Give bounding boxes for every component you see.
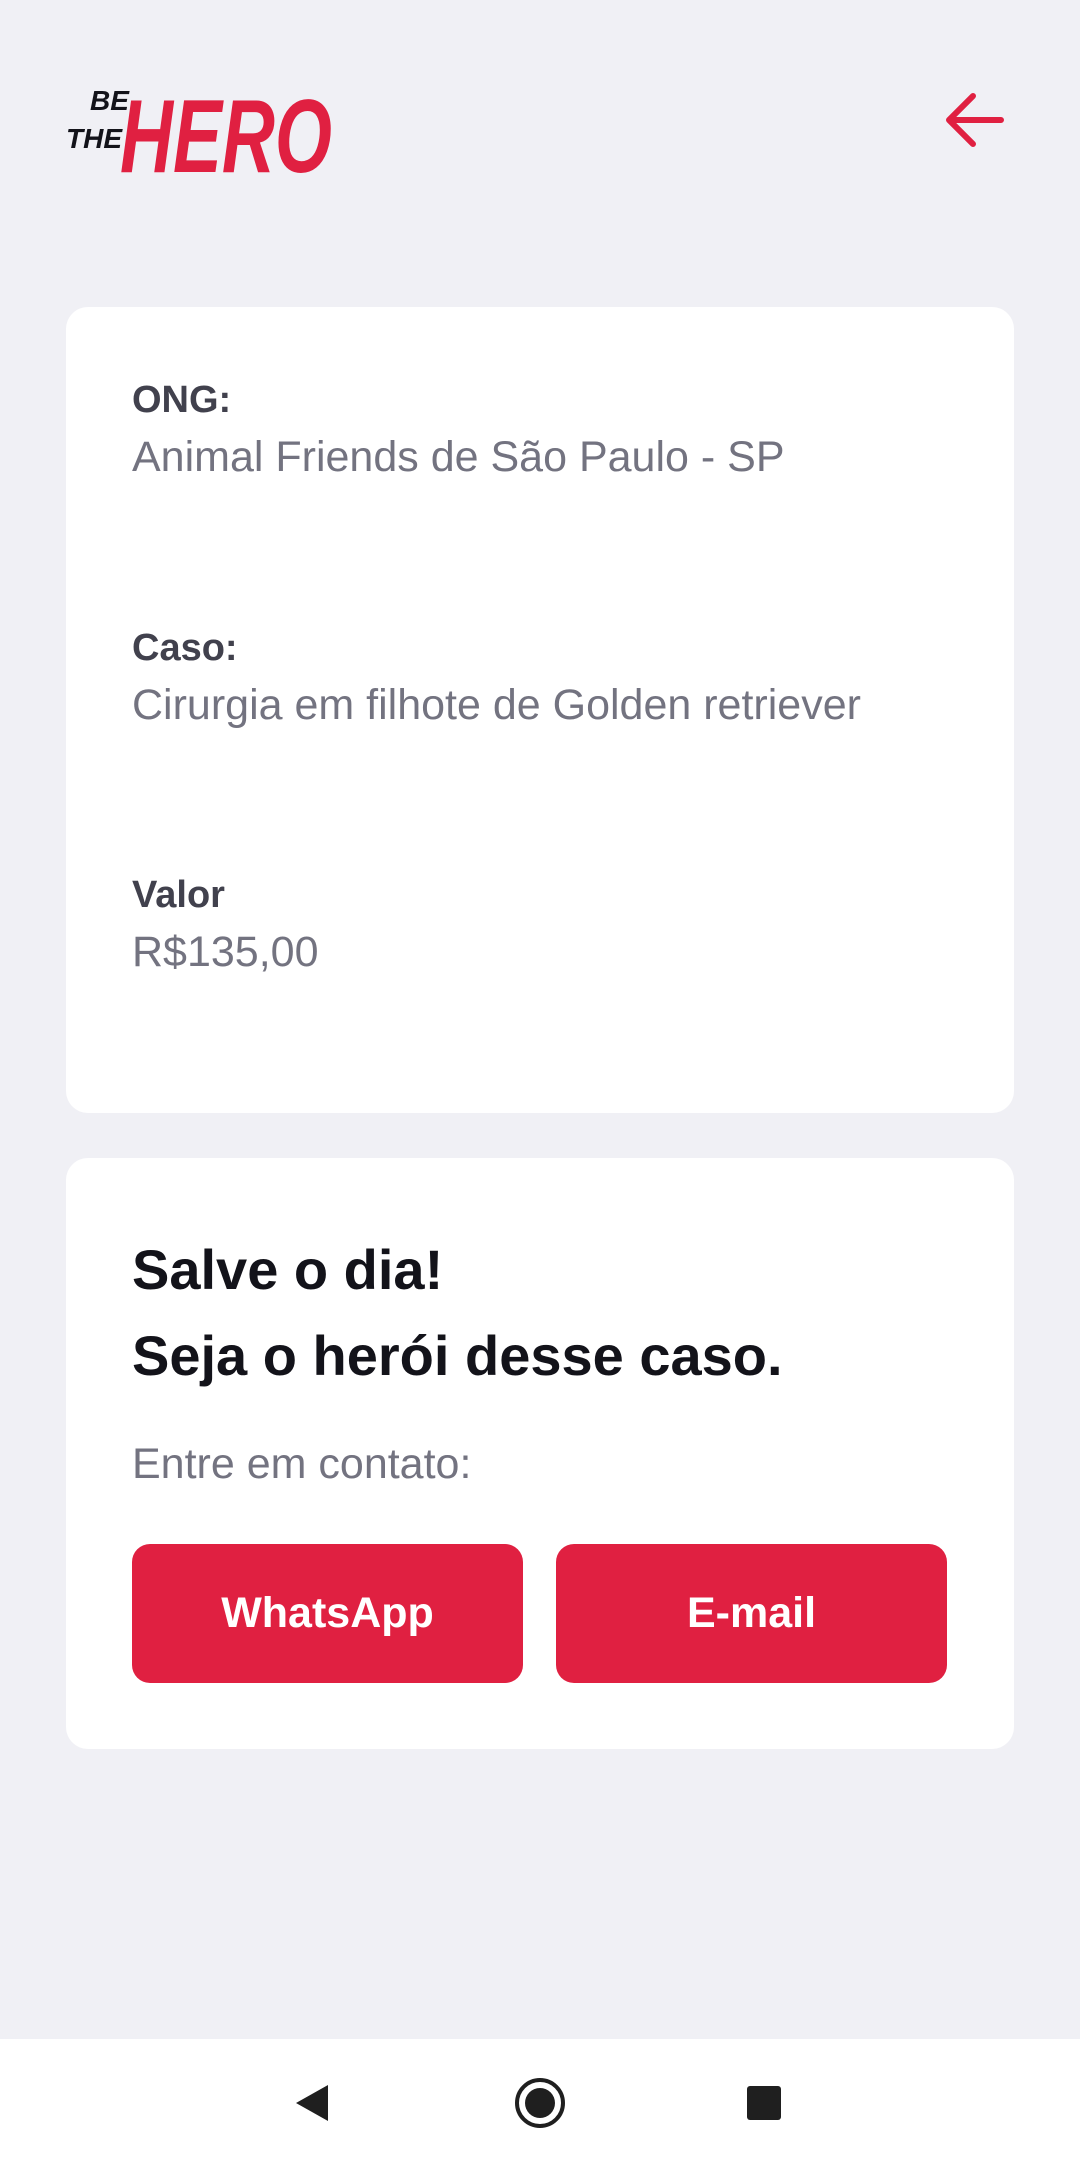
nav-back-button[interactable] bbox=[272, 2063, 352, 2143]
value-label: Valor bbox=[132, 874, 225, 916]
contact-description: Entre em contato: bbox=[132, 1440, 472, 1488]
contact-title-line1: Salve o dia! bbox=[132, 1238, 444, 1301]
incident-card: ONG: Animal Friends de São Paulo - SP Ca… bbox=[66, 307, 1014, 1113]
value-amount: R$135,00 bbox=[132, 928, 319, 976]
nav-home-icon bbox=[515, 2078, 565, 2128]
contact-card: Salve o dia! Seja o herói desse caso. En… bbox=[66, 1158, 1014, 1749]
contact-title-line2: Seja o herói desse caso. bbox=[132, 1324, 783, 1387]
ong-value: Animal Friends de São Paulo - SP bbox=[132, 433, 785, 481]
logo-text-hero: HERO bbox=[120, 79, 332, 180]
back-button[interactable] bbox=[935, 80, 1015, 160]
be-the-hero-logo: BE THE HERO bbox=[66, 79, 332, 180]
nav-back-icon bbox=[296, 2085, 328, 2121]
logo-text-the: THE bbox=[66, 123, 123, 154]
whatsapp-button[interactable]: WhatsApp bbox=[132, 1544, 523, 1683]
case-label: Caso: bbox=[132, 627, 238, 669]
email-button[interactable]: E-mail bbox=[556, 1544, 947, 1683]
detail-screen: BE THE HERO ONG: Animal Friends de São P… bbox=[0, 0, 1080, 2167]
case-value: Cirurgia em filhote de Golden retriever bbox=[132, 681, 861, 729]
nav-recents-icon bbox=[747, 2086, 781, 2120]
header: BE THE HERO bbox=[0, 0, 1080, 240]
ong-label: ONG: bbox=[132, 379, 232, 421]
nav-home-button[interactable] bbox=[500, 2063, 580, 2143]
arrow-left-icon bbox=[946, 93, 1004, 147]
nav-recents-button[interactable] bbox=[724, 2063, 804, 2143]
system-navigation-bar bbox=[0, 2039, 1080, 2167]
